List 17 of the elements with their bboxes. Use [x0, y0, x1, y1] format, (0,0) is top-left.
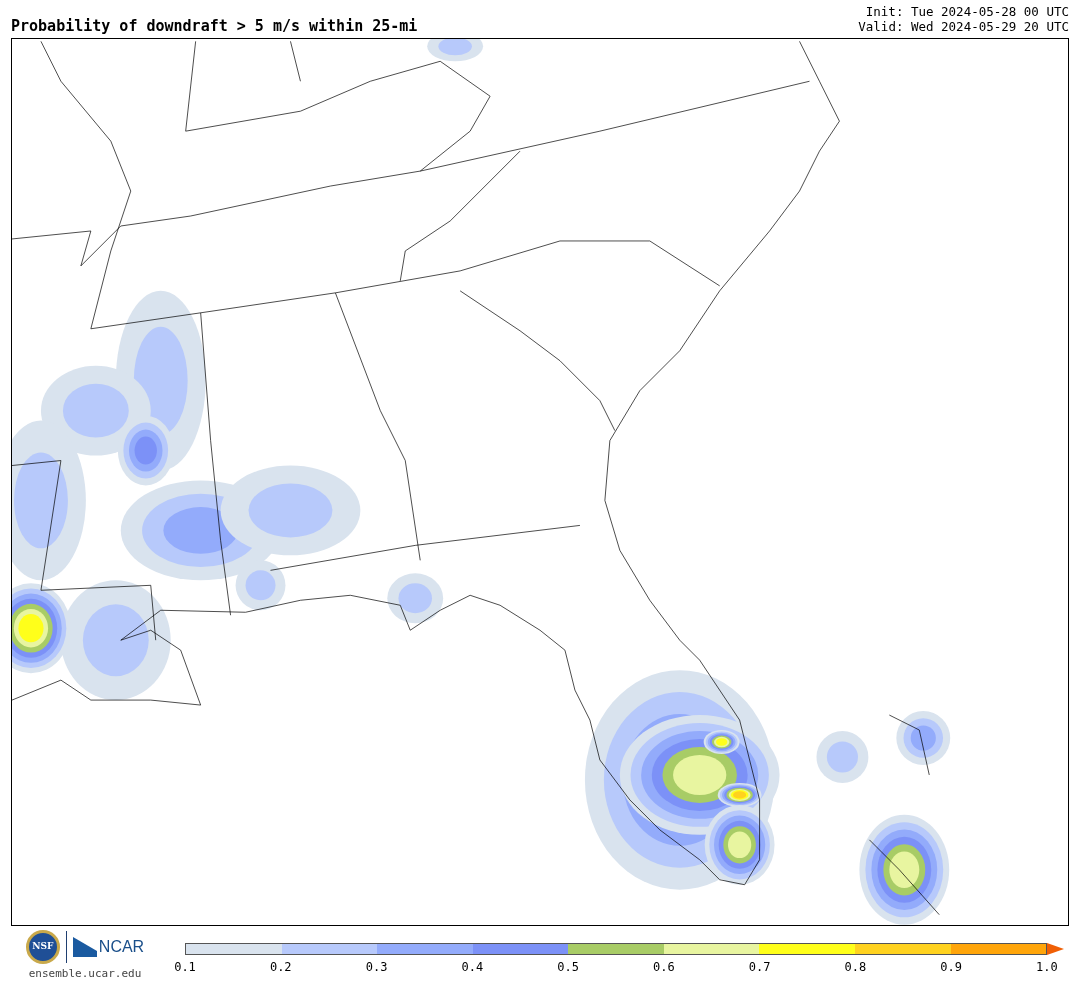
tick-label: 0.7 [747, 959, 772, 976]
tick-label: 0.4 [460, 959, 485, 976]
init-time: Init: Tue 2024-05-28 00 UTC [865, 4, 1069, 19]
ncar-logo-icon [72, 937, 97, 957]
valid-time: Valid: Wed 2024-05-29 20 UTC [858, 19, 1069, 34]
chart-title: Probability of downdraft > 5 m/s within 25-mi [11, 19, 418, 34]
ncar-logo: NCAR [98, 937, 145, 957]
tick-label: 0.6 [652, 959, 676, 976]
nsf-logo: NSF [25, 930, 60, 964]
tick-label: 1.0 [1035, 959, 1059, 976]
tick-label: 0.5 [556, 959, 580, 976]
tick-label: 0.9 [939, 959, 963, 976]
website-url: ensemble.ucar.edu [28, 966, 142, 982]
tick-label: 0.1 [173, 959, 197, 976]
tick-label: 0.2 [268, 959, 293, 976]
tick-label: 0.3 [364, 959, 389, 976]
tick-label: 0.8 [843, 959, 868, 976]
